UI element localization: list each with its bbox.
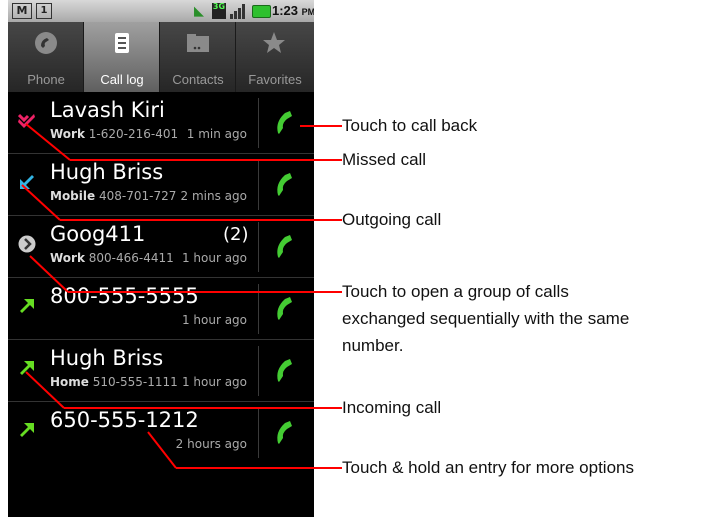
annotation-call-back: Touch to call back	[342, 116, 478, 135]
callout-line-missed-a	[25, 123, 71, 161]
callout-line-incoming-a	[25, 371, 65, 409]
annotation-group-line1: Touch to open a group of calls	[342, 282, 569, 301]
annotation-group-line2: exchanged sequentially with the same	[342, 309, 630, 328]
annotation-outgoing-call: Outgoing call	[342, 210, 442, 229]
annotation-touch-hold: Touch & hold an entry for more options	[342, 458, 634, 477]
callout-line-hold-a	[147, 431, 177, 469]
callout-line-outgoing-a	[21, 184, 61, 221]
callout-line-group-a	[29, 255, 69, 293]
annotation-incoming-call: Incoming call	[342, 398, 442, 417]
annotation-lines	[21, 123, 342, 469]
annotation-group-line3: number.	[342, 336, 404, 355]
annotation-missed-call: Missed call	[342, 150, 427, 169]
